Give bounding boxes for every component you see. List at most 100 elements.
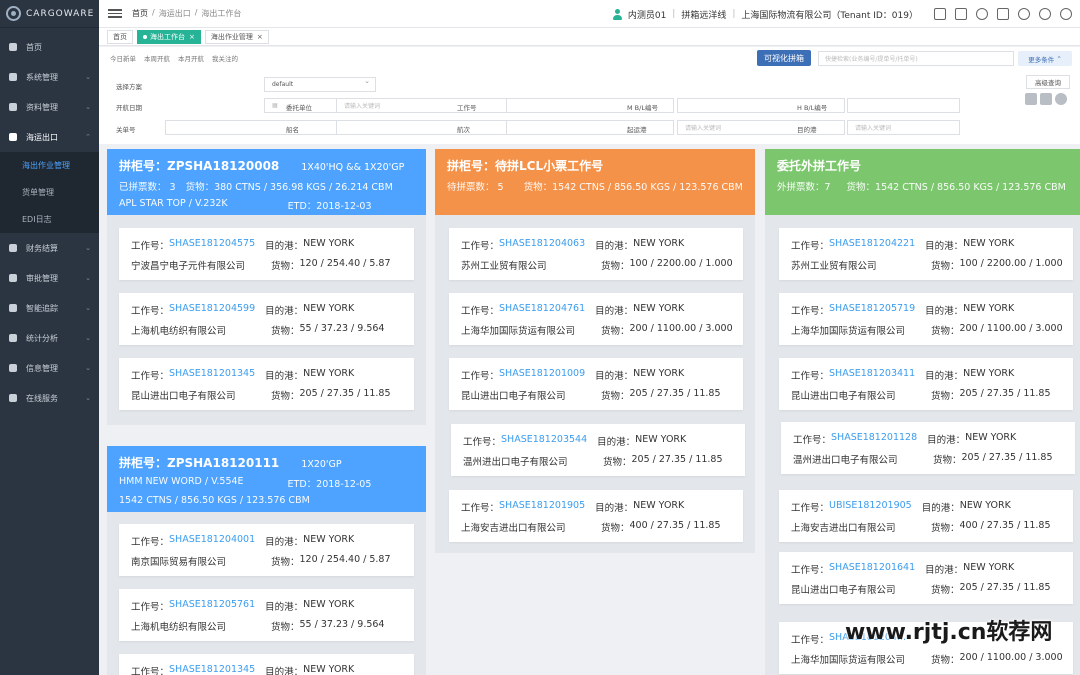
job-card[interactable]: 工作号： SHASE181203544 目的港： NEW YORK 温州进出口电子有限…: [451, 424, 745, 476]
container-header[interactable]: 拼柜号：ZPSHA18120008 1X40'HQ && 1X20'GP 已拼票数…: [107, 149, 426, 215]
sidebar-item-info[interactable]: 信息管理 ⌄: [0, 353, 99, 383]
send-icon[interactable]: [1040, 93, 1052, 105]
job-card[interactable]: 工作号： SHASE181201905 目的港： NEW YORK 上海安吉进出口有限…: [449, 490, 743, 542]
tab-sea-export-workbench[interactable]: 海出工作台 ×: [137, 29, 201, 44]
job-card[interactable]: 工作号： SHASE181205761 目的港： NEW YORK 上海机电纺织有限公…: [119, 589, 414, 641]
tab-home[interactable]: 首页: [107, 29, 133, 44]
job-card[interactable]: 工作号： SHASE181201345 目的港： NEW YORK: [119, 654, 414, 675]
job-id-link[interactable]: SHASE181204599: [169, 303, 255, 317]
outsourced-header[interactable]: 委托外拼工作号 外拼票数：7 货物：1542 CTNS / 856.50 KGS …: [765, 149, 1080, 215]
job-id-link[interactable]: SHASE181201345: [169, 368, 255, 382]
job-id-link[interactable]: SHASE181204761: [499, 303, 585, 317]
job-card[interactable]: 工作号： SHASE181201009 目的港： NEW YORK 昆山进出口电子有限…: [449, 358, 743, 410]
job-id-link[interactable]: SHASE181205719: [829, 303, 915, 317]
scheme-label: 选择方案: [116, 83, 142, 91]
sidebar-item-tracking[interactable]: 智能追踪 ⌄: [0, 293, 99, 323]
breadcrumb-sea-export[interactable]: 海运出口: [159, 8, 191, 19]
breadcrumb-home[interactable]: 首页: [132, 8, 148, 19]
job-card[interactable]: 工作号： SHASE181204575 目的港： NEW YORK 宁波昌宁电子元件有…: [119, 228, 414, 280]
sidebar-item-online-service[interactable]: 在线服务 ⌄: [0, 383, 99, 413]
customs-no-label: 关单号: [116, 126, 136, 134]
message-icon[interactable]: [955, 8, 967, 20]
job-card[interactable]: 工作号： SHASE181205719 目的港： NEW YORK 上海华加国际货运有…: [779, 293, 1073, 345]
sidebar-item-finance[interactable]: 财务结算 ⌄: [0, 233, 99, 263]
close-icon[interactable]: ×: [189, 33, 195, 41]
job-id-link[interactable]: SHASE181201345: [169, 664, 255, 675]
sidebar-subitem-cargo[interactable]: 货单管理: [0, 179, 99, 206]
quick-filter-today[interactable]: 今日新单: [110, 53, 136, 63]
job-id-link[interactable]: SHASE181201128: [831, 432, 917, 446]
client-input[interactable]: 请输入关键词: [336, 98, 519, 113]
menu-toggle-icon[interactable]: [108, 9, 122, 18]
help-icon[interactable]: [1018, 8, 1030, 20]
job-id-link[interactable]: SHASE181203411: [829, 368, 915, 382]
user-name[interactable]: 内测员01: [628, 8, 666, 21]
job-card[interactable]: 工作号： SHASE181204221 目的港： NEW YORK 苏州工业贸有限公司…: [779, 228, 1073, 280]
job-id-link[interactable]: UBISE181201905: [829, 500, 912, 514]
quick-filter-week[interactable]: 本周开航: [144, 53, 170, 63]
power-icon[interactable]: [1060, 8, 1072, 20]
profile-icon[interactable]: [1039, 8, 1051, 20]
sidebar-item-system[interactable]: 系统管理 ⌄: [0, 62, 99, 92]
more-conditions-button[interactable]: 更多条件 ⌃: [1018, 51, 1072, 66]
container-header[interactable]: 拼柜号：ZPSHA18120111 1X20'GP HMM NEW WORD / …: [107, 446, 426, 512]
scheme-select[interactable]: default: [264, 77, 376, 92]
job-id-link[interactable]: SHASE181203544: [501, 434, 587, 448]
vessel-input[interactable]: [336, 120, 519, 135]
job-id-link[interactable]: SHASE181204575: [169, 238, 255, 252]
job-id-link[interactable]: SHASE181201905: [499, 500, 585, 514]
hbl-input[interactable]: [847, 98, 960, 113]
job-id-link[interactable]: SHASE181204001: [169, 534, 255, 548]
chevron-down-icon: ⌄: [85, 334, 91, 342]
job-id-link[interactable]: SHASE181204221: [829, 238, 915, 252]
sidebar-item-home[interactable]: 首页: [0, 32, 99, 62]
chevron-down-icon: ⌄: [85, 244, 91, 252]
wrench-icon[interactable]: [1025, 93, 1037, 105]
sidebar: CARGOWARE 首页 系统管理 ⌄ 资料管理 ⌄ 海运出口 ⌃ 海出作业管理 货单…: [0, 0, 99, 675]
quick-search-input[interactable]: 快捷检索(业务编号/提单号/托单号): [818, 51, 1014, 66]
pending-lcl-header[interactable]: 拼柜号：待拼LCL小票工作号 待拼票数： 5 货物：1542 CTNS / 856…: [435, 149, 755, 215]
job-card[interactable]: 工作号： SHASE181204761 目的港： NEW YORK 上海华加国际货运有…: [449, 293, 743, 345]
customs-no-input[interactable]: [165, 120, 348, 135]
container-title: 拼柜号：ZPSHA18120111: [119, 456, 280, 470]
quick-filter-month[interactable]: 本月开航: [178, 53, 204, 63]
voyage-input[interactable]: [506, 120, 674, 135]
job-card[interactable]: 工作号： SHASE181201345 目的港： NEW YORK 昆山进出口电子有限…: [119, 358, 414, 410]
job-id-link[interactable]: SHASE181201641: [829, 562, 915, 576]
fullscreen-icon[interactable]: [934, 8, 946, 20]
sidebar-item-approval[interactable]: 审批管理 ⌄: [0, 263, 99, 293]
sidebar-item-sea-export[interactable]: 海运出口 ⌃: [0, 122, 99, 152]
job-card[interactable]: 工作号： UBISE181201905 目的港： NEW YORK 上海安吉进出口有限…: [779, 490, 1073, 542]
sidebar-item-data[interactable]: 资料管理 ⌄: [0, 92, 99, 122]
sidebar-item-statistics[interactable]: 统计分析 ⌄: [0, 323, 99, 353]
job-id-link[interactable]: SHASE181205761: [169, 599, 255, 613]
job-card[interactable]: 工作号： SHASE181201641 目的港： NEW YORK 昆山进出口电子有限…: [779, 552, 1073, 604]
chevron-down-icon: ⌄: [85, 274, 91, 282]
visual-consolidation-button[interactable]: 可视化拼箱: [757, 50, 811, 66]
logo-text: CARGOWARE: [26, 8, 95, 19]
business-line[interactable]: 拼箱远洋线: [681, 8, 726, 21]
settings-icon[interactable]: [1055, 93, 1067, 105]
bell-icon[interactable]: [976, 8, 988, 20]
app-logo[interactable]: CARGOWARE: [0, 0, 99, 28]
dest-port-input[interactable]: 请输入关键词: [847, 120, 960, 135]
job-card[interactable]: 工作号： SHASE181204599 目的港： NEW YORK 上海机电纺织有限公…: [119, 293, 414, 345]
job-card[interactable]: 工作号： SHASE181204063 目的港： NEW YORK 苏州工业贸有限公司…: [449, 228, 743, 280]
job-id-link[interactable]: SHASE181201009: [499, 368, 585, 382]
chevron-down-icon: ⌄: [85, 73, 91, 81]
quick-filter-followed[interactable]: 我关注的: [212, 53, 238, 63]
load-port-input[interactable]: 请输入关键词: [677, 120, 845, 135]
volume-icon[interactable]: [997, 8, 1009, 20]
job-card[interactable]: 工作号： SHASE181201128 目的港： NEW YORK 温州进出口电子有限…: [781, 422, 1075, 474]
sidebar-subnav: 海出作业管理 货单管理 EDI日志: [0, 152, 99, 233]
close-icon[interactable]: ×: [257, 33, 263, 41]
vessel-voyage: APL STAR TOP / V.232K: [119, 198, 228, 209]
job-id-link[interactable]: SHASE181204063: [499, 238, 585, 252]
sidebar-subitem-job-management[interactable]: 海出作业管理: [0, 152, 99, 179]
advanced-search-button[interactable]: 高级查询: [1026, 75, 1070, 89]
job-card[interactable]: 工作号： SHASE181203411 目的港： NEW YORK 昆山进出口电子有限…: [779, 358, 1073, 410]
container-title: 拼柜号：ZPSHA18120008: [119, 159, 280, 173]
sidebar-subitem-edi-log[interactable]: EDI日志: [0, 206, 99, 233]
tab-job-management[interactable]: 海出作业管理 ×: [204, 29, 269, 44]
job-card[interactable]: 工作号： SHASE181204001 目的港： NEW YORK 南京国际贸易有限公…: [119, 524, 414, 576]
